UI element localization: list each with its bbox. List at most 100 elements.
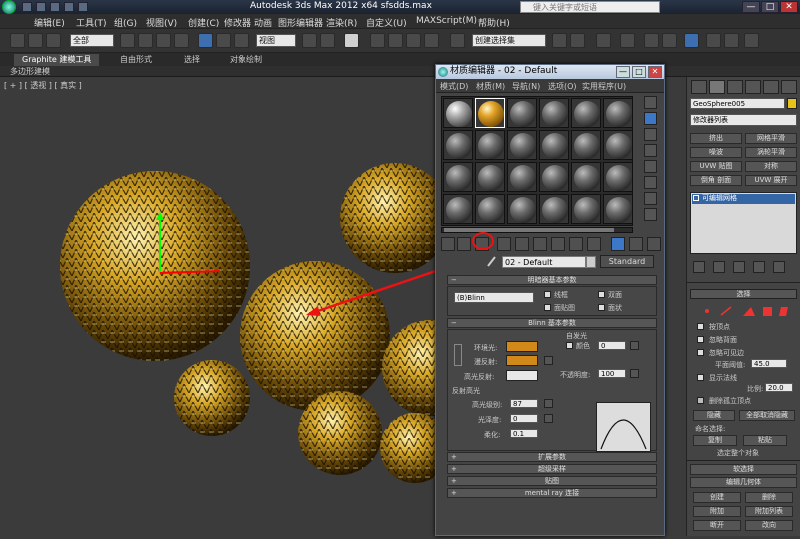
material-sample-slot[interactable]	[539, 194, 569, 224]
material-sample-slot[interactable]	[539, 98, 569, 128]
extended-params-rollout[interactable]: + 扩展参数	[447, 452, 657, 462]
edit-named-sel-icon[interactable]	[450, 33, 465, 48]
edit-geometry-rollout[interactable]: 编辑几何体	[690, 477, 797, 488]
material-sample-slot[interactable]	[571, 194, 601, 224]
sample-type-icon[interactable]	[644, 96, 657, 109]
diffuse-color-swatch[interactable]	[506, 355, 538, 366]
mated-close-button[interactable]: ✕	[648, 66, 662, 78]
slots-scrollbar[interactable]	[441, 227, 633, 233]
select-move-icon[interactable]	[198, 33, 213, 48]
self-illum-map-button[interactable]	[630, 341, 639, 350]
link-icon[interactable]	[28, 33, 43, 48]
configure-sets-icon[interactable]	[773, 261, 785, 273]
delete-isolated-checkbox[interactable]	[697, 397, 704, 404]
material-sample-slot[interactable]	[507, 162, 537, 192]
sphere-small-bottom[interactable]	[298, 391, 382, 475]
select-manipulate-icon[interactable]	[320, 33, 335, 48]
percent-snap-icon[interactable]	[406, 33, 421, 48]
material-sample-slot[interactable]	[475, 98, 505, 128]
select-scale-icon[interactable]	[234, 33, 249, 48]
ignore-backfacing-checkbox[interactable]	[697, 336, 704, 343]
menu-help[interactable]: 帮助(H)	[478, 16, 510, 29]
mat-nav-icon[interactable]	[647, 237, 661, 251]
go-to-parent-icon[interactable]	[611, 237, 625, 251]
material-name-dropdown-arrow[interactable]	[586, 256, 596, 268]
select-rotate-icon[interactable]	[216, 33, 231, 48]
blinn-basic-rollout[interactable]: − Blinn 基本参数	[447, 318, 657, 328]
menu-group[interactable]: 组(G)	[114, 16, 137, 29]
graphite-toggle-icon[interactable]	[620, 33, 635, 48]
mated-maximize-button[interactable]: □	[632, 66, 646, 78]
self-illum-color-checkbox[interactable]	[566, 342, 573, 349]
tab-graphite-modeling[interactable]: Graphite 建模工具	[14, 54, 100, 66]
sphere-center-selected[interactable]	[240, 261, 390, 411]
material-sample-slot[interactable]	[571, 98, 601, 128]
menu-edit[interactable]: 编辑(E)	[34, 16, 65, 29]
mental-ray-rollout[interactable]: + mental ray 连接	[447, 488, 657, 498]
create-tab-icon[interactable]	[691, 80, 707, 94]
background-icon[interactable]	[644, 128, 657, 141]
backlight-icon[interactable]	[644, 112, 657, 125]
specular-color-swatch[interactable]	[506, 370, 538, 381]
mated-menu-material[interactable]: 材质(M)	[476, 81, 505, 92]
mated-menu-utilities[interactable]: 实用程序(U)	[582, 81, 626, 92]
get-material-icon[interactable]	[441, 237, 455, 251]
make-preview-icon[interactable]	[644, 176, 657, 189]
glossiness-map-button[interactable]	[544, 414, 553, 423]
modifier-list-dropdown[interactable]: 修改器列表	[690, 114, 797, 126]
modify-tab-icon[interactable]	[709, 80, 725, 94]
opacity-value[interactable]: 100	[598, 369, 626, 378]
tab-object-paint[interactable]: 对象绘制	[222, 54, 270, 66]
ambient-color-swatch[interactable]	[506, 341, 538, 352]
menu-customize[interactable]: 自定义(U)	[366, 16, 407, 29]
symmetry-button[interactable]: 对称	[745, 161, 797, 172]
material-sample-slot[interactable]	[603, 162, 633, 192]
window-crossing-icon[interactable]	[174, 33, 189, 48]
ignore-visible-edges-checkbox[interactable]	[697, 349, 704, 356]
undo-icon[interactable]	[64, 2, 74, 12]
material-sample-slot[interactable]	[507, 98, 537, 128]
menu-rendering[interactable]: 渲染(R)	[326, 16, 357, 29]
selection-rollout[interactable]: 选择	[690, 289, 797, 299]
search-input[interactable]: 键入关键字或短语	[520, 1, 660, 13]
self-illum-value[interactable]: 0	[598, 341, 626, 350]
material-sample-slot[interactable]	[603, 98, 633, 128]
unlink-icon[interactable]	[46, 33, 61, 48]
select-by-material-icon[interactable]	[644, 208, 657, 221]
named-selection-dropdown[interactable]: 创建选择集	[472, 34, 546, 47]
material-name-field[interactable]: 02 - Default	[502, 256, 586, 268]
attach-button[interactable]: 附加	[693, 506, 741, 517]
lock-bracket-icon[interactable]	[454, 344, 462, 366]
material-sample-slot[interactable]	[539, 130, 569, 160]
two-sided-checkbox[interactable]	[598, 291, 605, 298]
uvw-map-button[interactable]: UVW 贴图	[690, 161, 742, 172]
remove-modifier-icon[interactable]	[753, 261, 765, 273]
material-sample-slot[interactable]	[475, 130, 505, 160]
noise-button[interactable]: 噪波	[690, 147, 742, 158]
minimize-button[interactable]: —	[742, 1, 760, 13]
diffuse-map-button[interactable]	[544, 356, 553, 365]
render-setup-icon[interactable]	[706, 33, 721, 48]
video-color-check-icon[interactable]	[644, 160, 657, 173]
stack-item-editable-mesh[interactable]: 可编辑网格	[692, 194, 795, 204]
ribbon-subtab-polygon-modeling[interactable]: 多边形建模	[10, 66, 50, 77]
render-production-icon[interactable]	[744, 33, 759, 48]
redo-icon[interactable]	[78, 2, 88, 12]
mirror-icon[interactable]	[552, 33, 567, 48]
menu-tools[interactable]: 工具(T)	[76, 16, 107, 29]
soften-value[interactable]: 0.1	[510, 429, 538, 438]
select-object-icon[interactable]	[120, 33, 135, 48]
app-logo-icon[interactable]	[2, 0, 16, 14]
menu-views[interactable]: 视图(V)	[146, 16, 177, 29]
pivot-center-icon[interactable]	[302, 33, 317, 48]
material-sample-slot[interactable]	[443, 162, 473, 192]
soft-selection-rollout[interactable]: 软选择	[690, 464, 797, 475]
open-file-icon[interactable]	[36, 2, 46, 12]
options-icon[interactable]	[644, 192, 657, 205]
angle-snap-icon[interactable]	[388, 33, 403, 48]
menu-create[interactable]: 创建(C)	[188, 16, 219, 29]
select-by-name-icon[interactable]	[138, 33, 153, 48]
pin-stack-icon[interactable]	[693, 261, 705, 273]
align-icon[interactable]	[570, 33, 585, 48]
maps-rollout[interactable]: + 贴图	[447, 476, 657, 486]
